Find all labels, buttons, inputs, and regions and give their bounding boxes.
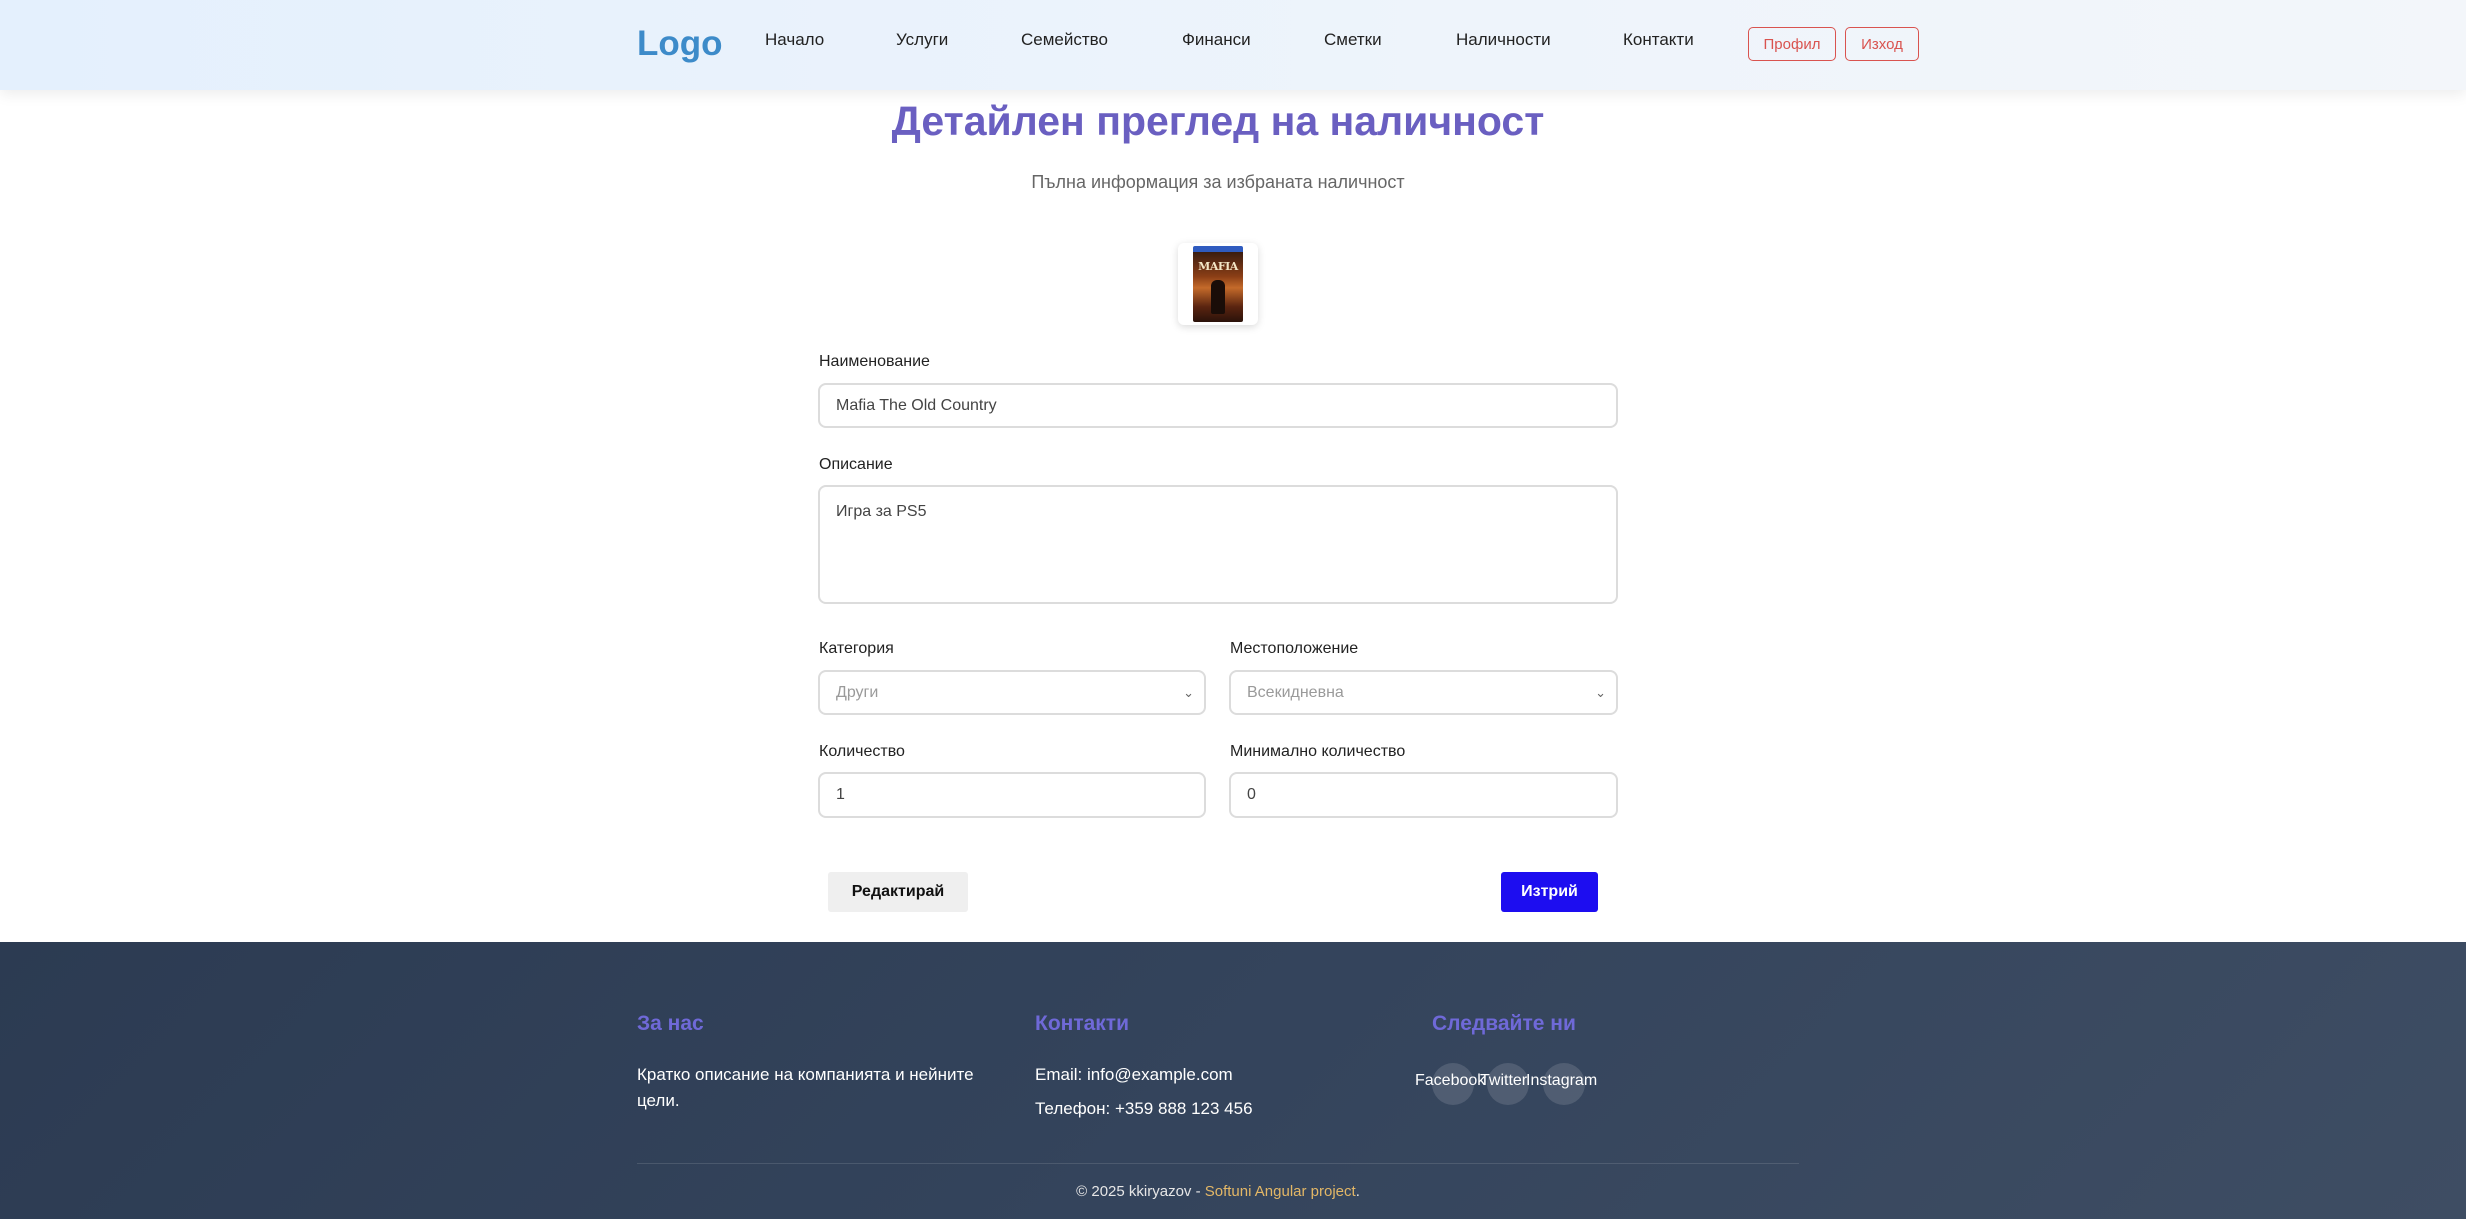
about-heading: За нас [637, 1012, 704, 1035]
contacts-heading: Контакти [1035, 1012, 1129, 1035]
quantity-label: Количество [819, 743, 905, 760]
cover-title-text: MAFIA [1198, 260, 1238, 273]
quantity-value: 1 [836, 786, 845, 803]
site-header: Logo Начало Услуги Семейство Финанси Сме… [0, 0, 2466, 90]
footer-divider [637, 1163, 1799, 1164]
category-select[interactable]: Други ⌄ [818, 670, 1206, 715]
nav-item-services[interactable]: Услуги [896, 30, 948, 50]
chevron-down-icon: ⌄ [1595, 684, 1606, 700]
social-link-instagram[interactable]: Instagram [1526, 1072, 1597, 1090]
location-value: Всекидневна [1247, 683, 1344, 701]
project-link[interactable]: Softuni Angular project [1205, 1183, 1356, 1200]
nav-item-contacts[interactable]: Контакти [1623, 30, 1694, 50]
category-label: Категория [819, 640, 894, 657]
site-footer: За нас Кратко описание на компанията и н… [0, 942, 2466, 1219]
name-field[interactable]: Mafia The Old Country [818, 383, 1618, 428]
delete-button[interactable]: Изтрий [1501, 872, 1598, 912]
copyright: © 2025 kkiryazov - Softuni Angular proje… [0, 1183, 2436, 1200]
description-label: Описание [819, 456, 893, 473]
nav-item-finance[interactable]: Финанси [1182, 30, 1251, 50]
contact-phone: Телефон: +359 888 123 456 [1035, 1099, 1253, 1118]
quantity-field[interactable]: 1 [818, 772, 1206, 818]
logout-button[interactable]: Изход [1845, 27, 1919, 61]
page-title: Детайлен преглед на наличност [891, 98, 1545, 144]
contact-email: Email: info@example.com [1035, 1065, 1233, 1084]
edit-button[interactable]: Редактирай [828, 872, 968, 912]
name-value: Mafia The Old Country [836, 396, 997, 414]
min-quantity-label: Минимално количество [1230, 743, 1406, 760]
description-value: Игра за PS5 [836, 503, 927, 520]
location-label: Местоположение [1230, 640, 1359, 657]
item-image-frame: MAFIA [1178, 243, 1258, 325]
category-value: Други [836, 683, 879, 701]
min-quantity-field[interactable]: 0 [1229, 772, 1618, 818]
page-subtitle: Пълна информация за избраната наличност [1031, 172, 1405, 192]
location-select[interactable]: Всекидневна ⌄ [1229, 670, 1618, 715]
name-label: Наименование [819, 353, 930, 370]
nav-item-accounts[interactable]: Сметки [1324, 30, 1382, 50]
main-nav: Начало Услуги Семейство Финанси Сметки Н… [0, 30, 2466, 54]
copyright-prefix: © 2025 kkiryazov - [1076, 1183, 1205, 1200]
nav-item-home[interactable]: Начало [765, 30, 824, 50]
game-cover-image: MAFIA [1193, 246, 1243, 322]
description-textarea[interactable]: Игра за PS5 [818, 485, 1618, 604]
social-link-twitter[interactable]: Twitter [1480, 1072, 1527, 1090]
min-quantity-value: 0 [1247, 786, 1256, 803]
nav-item-inventory[interactable]: Наличности [1456, 30, 1551, 50]
cover-figure [1211, 280, 1225, 314]
about-text: Кратко описание на компанията и нейните … [637, 1065, 974, 1110]
chevron-down-icon: ⌄ [1183, 684, 1194, 700]
profile-button[interactable]: Профил [1748, 27, 1836, 61]
nav-item-family[interactable]: Семейство [1021, 30, 1108, 50]
copyright-suffix: . [1355, 1183, 1360, 1200]
social-link-facebook[interactable]: Facebook [1415, 1072, 1485, 1090]
follow-heading: Следвайте ни [1432, 1012, 1576, 1035]
